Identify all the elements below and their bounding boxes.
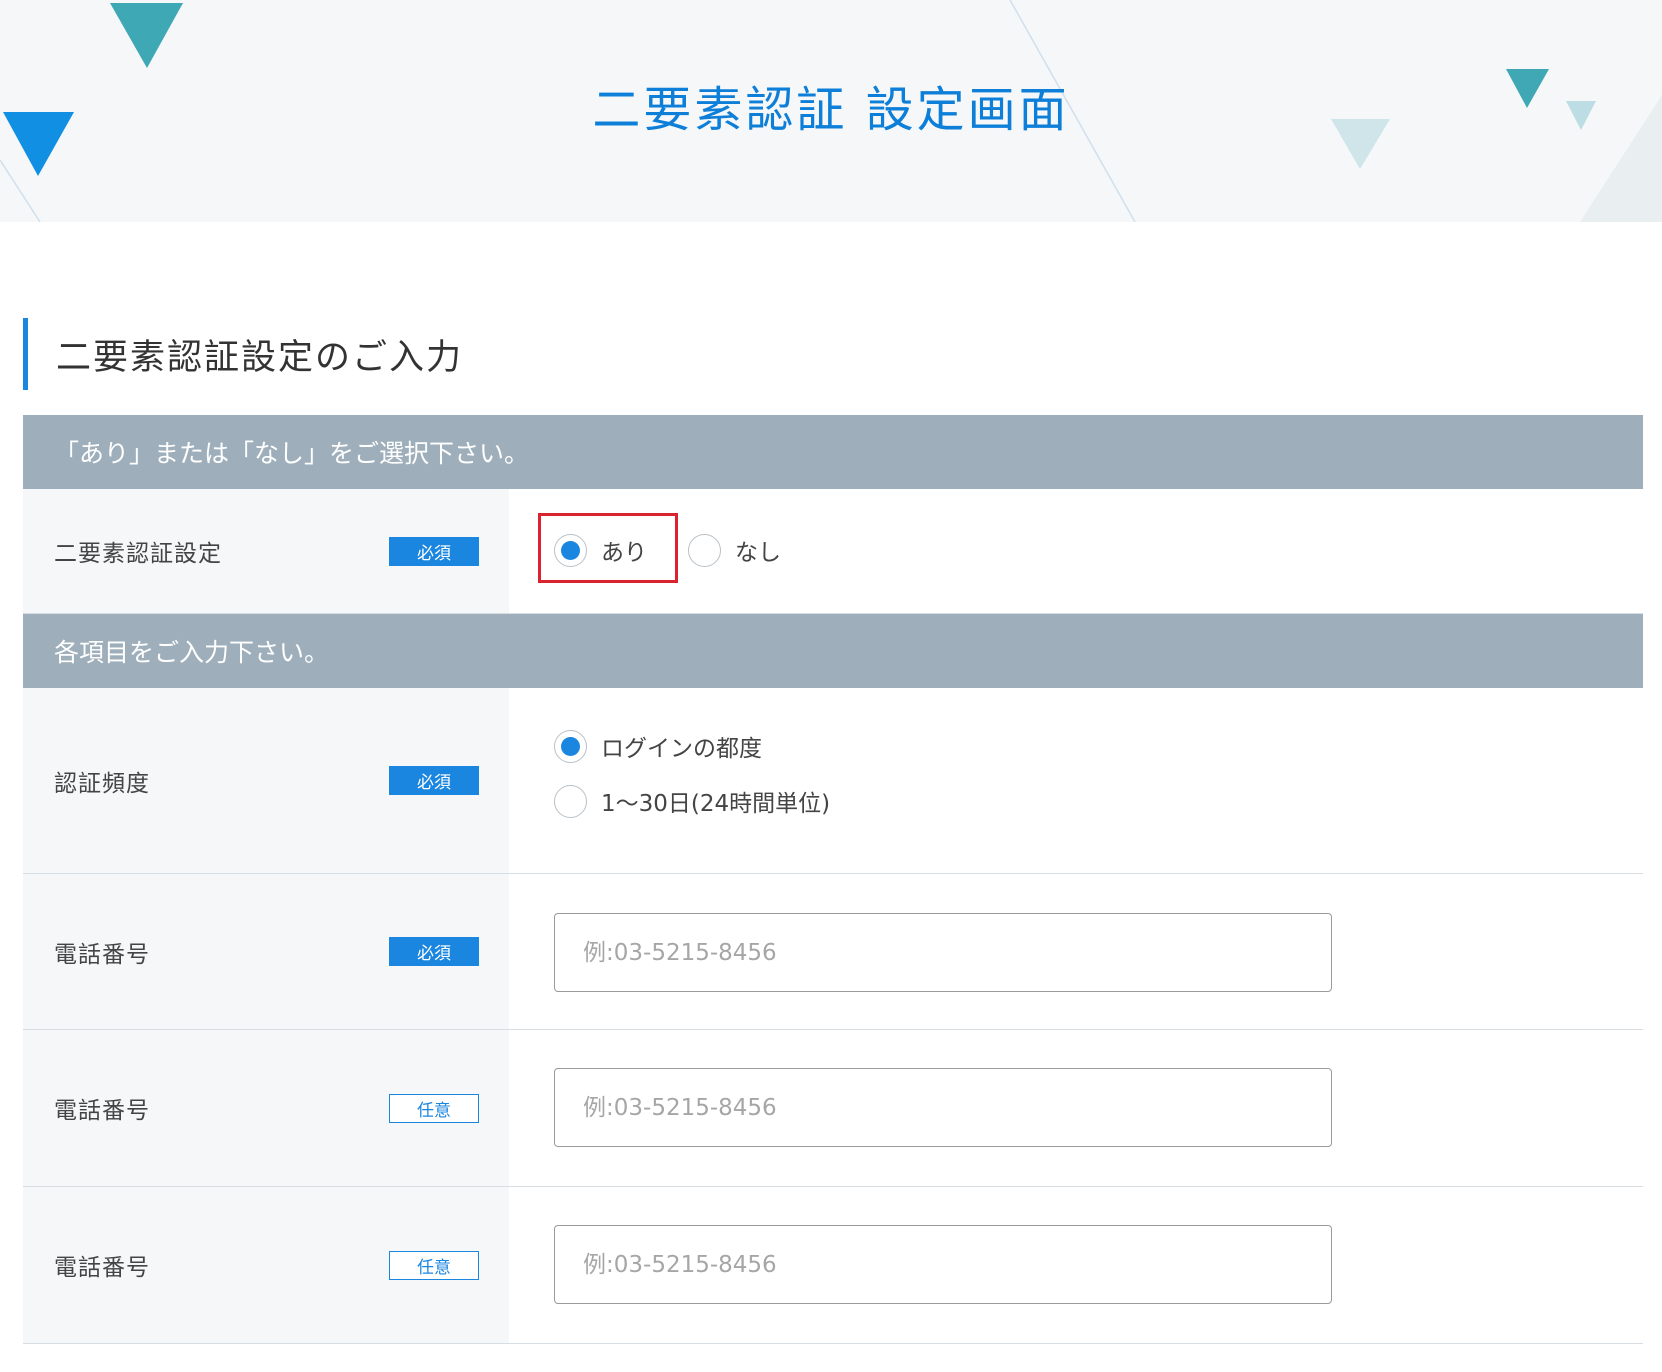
frequency-option-each-login[interactable]: ログインの都度: [554, 729, 762, 763]
required-badge: 必須: [389, 937, 479, 966]
phone-row-1: 電話番号 必須: [23, 874, 1643, 1030]
settings-form: 「あり」または「なし」をご選択下さい。 二要素認証設定 必須 あり なし 各項目…: [23, 415, 1643, 1344]
label-cell: 電話番号 任意: [23, 1030, 509, 1186]
label-cell: 電話番号 任意: [23, 1187, 509, 1343]
phone-input-1[interactable]: [554, 913, 1332, 992]
frequency-option-days[interactable]: 1〜30日(24時間単位): [554, 784, 830, 818]
page-title: 二要素認証 設定画面: [592, 82, 1070, 138]
value-cell: ログインの都度 1〜30日(24時間単位): [509, 688, 1643, 873]
decor-triangle: [110, 3, 183, 68]
value-cell: [509, 1030, 1643, 1186]
phone-row-2: 電話番号 任意: [23, 1030, 1643, 1187]
two-factor-row: 二要素認証設定 必須 あり なし: [23, 489, 1643, 614]
two-factor-option-off[interactable]: なし: [688, 533, 781, 567]
option-label: 1〜30日(24時間単位): [601, 791, 831, 817]
value-cell: [509, 1187, 1643, 1343]
radio-button[interactable]: [554, 533, 587, 567]
optional-badge: 任意: [389, 1093, 479, 1123]
radio-button[interactable]: [688, 533, 721, 567]
radio-button[interactable]: [554, 729, 587, 763]
page-header: 二要素認証 設定画面: [0, 0, 1662, 222]
two-factor-option-on[interactable]: あり: [554, 533, 647, 567]
option-label: ログインの都度: [601, 736, 762, 762]
radio-button[interactable]: [554, 784, 587, 818]
two-factor-label: 二要素認証設定: [54, 541, 222, 567]
value-cell: あり なし: [509, 489, 1643, 613]
phone-label: 電話番号: [54, 941, 150, 968]
decor-line: [0, 159, 41, 222]
select-instruction-band: 「あり」または「なし」をご選択下さい。: [23, 415, 1643, 489]
optional-badge: 任意: [389, 1250, 479, 1280]
option-label: なし: [735, 540, 781, 566]
label-cell: 二要素認証設定 必須: [23, 489, 509, 613]
required-badge: 必須: [389, 536, 479, 566]
frequency-row: 認証頻度 必須 ログインの都度 1〜30日(24時間単位): [23, 688, 1643, 874]
label-cell: 電話番号 必須: [23, 874, 509, 1029]
section-heading: 二要素認証設定のご入力: [23, 318, 463, 390]
frequency-label: 認証頻度: [54, 770, 150, 797]
option-label: あり: [601, 540, 647, 566]
phone-input-3[interactable]: [554, 1225, 1332, 1304]
input-instruction-band: 各項目をご入力下さい。: [23, 614, 1643, 688]
phone-input-2[interactable]: [554, 1068, 1332, 1147]
value-cell: [509, 874, 1643, 1029]
phone-label: 電話番号: [54, 1255, 150, 1281]
phone-label: 電話番号: [54, 1098, 150, 1124]
required-badge: 必須: [389, 766, 479, 795]
label-cell: 認証頻度 必須: [23, 688, 509, 873]
phone-row-3: 電話番号 任意: [23, 1187, 1643, 1344]
